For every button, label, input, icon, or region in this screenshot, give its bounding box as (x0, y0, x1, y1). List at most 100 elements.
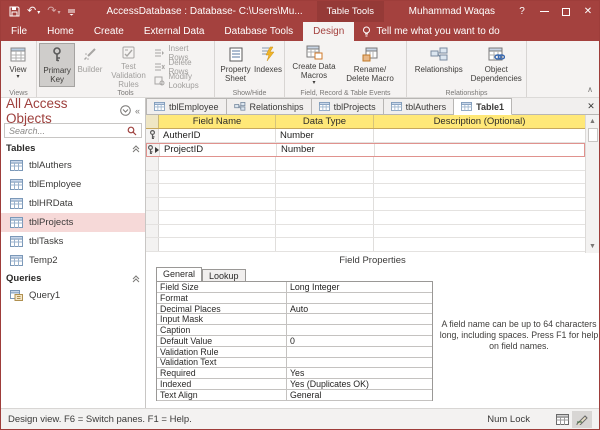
test-validation-rules-button[interactable]: Test Validation Rules (105, 43, 153, 87)
tell-me-box[interactable]: Tell me what you want to do (354, 22, 507, 41)
ribbon-group-relationships: Relationships Object Dependencies Relati… (407, 41, 527, 97)
tab-lookup[interactable]: Lookup (202, 269, 246, 281)
sidebar-item-tblauthers[interactable]: tblAuthers (1, 156, 145, 175)
sidebar-item-tblemployee[interactable]: tblEmployee (1, 175, 145, 194)
col-header-field-name[interactable]: Field Name (159, 115, 276, 128)
undo-button[interactable]: ↶▾ (27, 6, 40, 17)
sidebar-item-label: Query1 (29, 290, 60, 301)
sidebar-item-label: tblProjects (29, 217, 73, 228)
current-row-arrow-icon (155, 147, 159, 153)
empty-field-row[interactable] (146, 171, 585, 185)
grid-vertical-scrollbar[interactable]: ▲ ▼ (585, 115, 599, 253)
empty-field-row[interactable] (146, 225, 585, 239)
save-icon[interactable] (9, 6, 20, 17)
sidebar-item-tblhrdata[interactable]: tblHRData (1, 194, 145, 213)
property-value[interactable]: Yes (Duplicates OK) (287, 379, 432, 389)
nav-search-box[interactable]: Search... (4, 123, 142, 138)
empty-field-row[interactable] (146, 198, 585, 212)
data-type-cell[interactable]: Number (277, 144, 375, 157)
col-header-data-type[interactable]: Data Type (276, 115, 374, 128)
help-button[interactable]: ? (511, 6, 533, 17)
object-dependencies-button[interactable]: Object Dependencies (468, 43, 524, 87)
row-selector[interactable] (146, 129, 159, 142)
property-value[interactable] (287, 293, 432, 303)
col-header-description[interactable]: Description (Optional) (374, 115, 585, 128)
data-type-cell[interactable]: Number (276, 129, 374, 142)
context-tab-group[interactable]: Table Tools (317, 1, 384, 22)
empty-field-row[interactable] (146, 157, 585, 171)
datasheet-view-button[interactable] (552, 411, 572, 428)
validation-rules-icon (121, 45, 136, 60)
redo-button[interactable]: ↷▾ (47, 6, 60, 17)
queries-group-header[interactable]: Queries (1, 270, 145, 286)
empty-field-row[interactable] (146, 211, 585, 225)
create-data-macros-button[interactable]: Create Data Macros ▾ (287, 43, 341, 87)
property-value[interactable]: Auto (287, 304, 432, 314)
view-button[interactable]: View ▾ (3, 43, 33, 87)
close-document-icon[interactable]: ✕ (583, 98, 599, 114)
tab-file[interactable]: File (1, 22, 37, 41)
indexes-button[interactable]: Indexes (254, 43, 282, 87)
rename-delete-macro-button[interactable]: Rename/ Delete Macro (341, 43, 399, 87)
doc-tab-table1[interactable]: Table1 (454, 98, 512, 115)
property-value[interactable]: 0 (287, 336, 432, 346)
field-name-cell[interactable]: AutherID (159, 129, 276, 142)
user-name[interactable]: Muhammad Waqas (409, 6, 495, 17)
design-view-button[interactable] (572, 411, 592, 428)
scrollbar-thumb[interactable] (588, 128, 598, 142)
ribbon-group-tools: Primary Key Builder Test Validation Rule… (37, 41, 215, 97)
tab-create[interactable]: Create (84, 22, 134, 41)
tab-design[interactable]: Design (303, 22, 354, 41)
datasheet-view-icon (556, 414, 569, 425)
builder-button[interactable]: Builder (75, 43, 104, 87)
description-cell[interactable] (375, 144, 584, 157)
close-button[interactable]: ✕ (577, 1, 599, 22)
ribbon-tab-bar: File Home Create External Data Database … (1, 22, 599, 41)
property-value[interactable]: Long Integer (287, 282, 432, 292)
sidebar-item-tbltasks[interactable]: tblTasks (1, 232, 145, 251)
tab-external-data[interactable]: External Data (134, 22, 215, 41)
scroll-down-icon[interactable]: ▼ (586, 240, 600, 253)
tab-database-tools[interactable]: Database Tools (214, 22, 303, 41)
property-row: Format (157, 293, 432, 304)
empty-field-row[interactable] (146, 238, 585, 252)
maximize-button[interactable] (555, 1, 577, 22)
tab-general[interactable]: General (156, 267, 202, 281)
row-selector-current[interactable] (147, 144, 160, 157)
tables-group-header[interactable]: Tables (1, 140, 145, 156)
property-value[interactable]: Yes (287, 368, 432, 378)
sidebar-item-temp2[interactable]: Temp2 (1, 251, 145, 270)
object-dependencies-label: Object Dependencies (469, 65, 523, 83)
title-bar-right: Muhammad Waqas ? ✕ (409, 1, 599, 22)
modify-lookups-button[interactable]: Modify Lookups (152, 74, 212, 87)
nav-pane-menu-icon[interactable] (120, 105, 131, 116)
customize-qat-button[interactable] (67, 7, 76, 16)
tab-home[interactable]: Home (37, 22, 84, 41)
primary-key-button[interactable]: Primary Key (39, 43, 75, 87)
sidebar-item-tblprojects[interactable]: tblProjects (1, 213, 145, 232)
property-value[interactable] (287, 358, 432, 368)
sidebar-item-query1[interactable]: Query1 (1, 286, 145, 305)
doc-tab-tblauthers[interactable]: tblAuthers (384, 98, 455, 114)
collapse-ribbon-icon[interactable]: ∧ (587, 85, 593, 94)
property-value[interactable] (287, 347, 432, 357)
doc-tab-tblemployee[interactable]: tblEmployee (146, 98, 227, 114)
doc-tab-relationships[interactable]: Relationships (227, 98, 312, 114)
insert-rows-icon (154, 48, 165, 58)
title-bar: ↶▾ ↷▾ AccessDatabase : Database- C:\User… (1, 1, 599, 22)
search-icon[interactable] (127, 126, 137, 136)
property-row: Decimal PlacesAuto (157, 304, 432, 315)
shutter-bar-close-icon[interactable]: « (135, 106, 140, 116)
show-hide-group-label: Show/Hide (215, 90, 284, 97)
description-cell[interactable] (374, 129, 585, 142)
relationships-button[interactable]: Relationships (409, 43, 468, 87)
empty-field-row[interactable] (146, 184, 585, 198)
scroll-up-icon[interactable]: ▲ (586, 115, 600, 128)
property-sheet-button[interactable]: Property Sheet (217, 43, 254, 87)
doc-tab-tblprojects[interactable]: tblProjects (312, 98, 384, 114)
minimize-button[interactable] (533, 1, 555, 22)
property-value[interactable]: General (287, 390, 432, 400)
property-value[interactable] (287, 314, 432, 324)
field-name-cell[interactable]: ProjectID (160, 144, 277, 157)
property-value[interactable] (287, 325, 432, 335)
